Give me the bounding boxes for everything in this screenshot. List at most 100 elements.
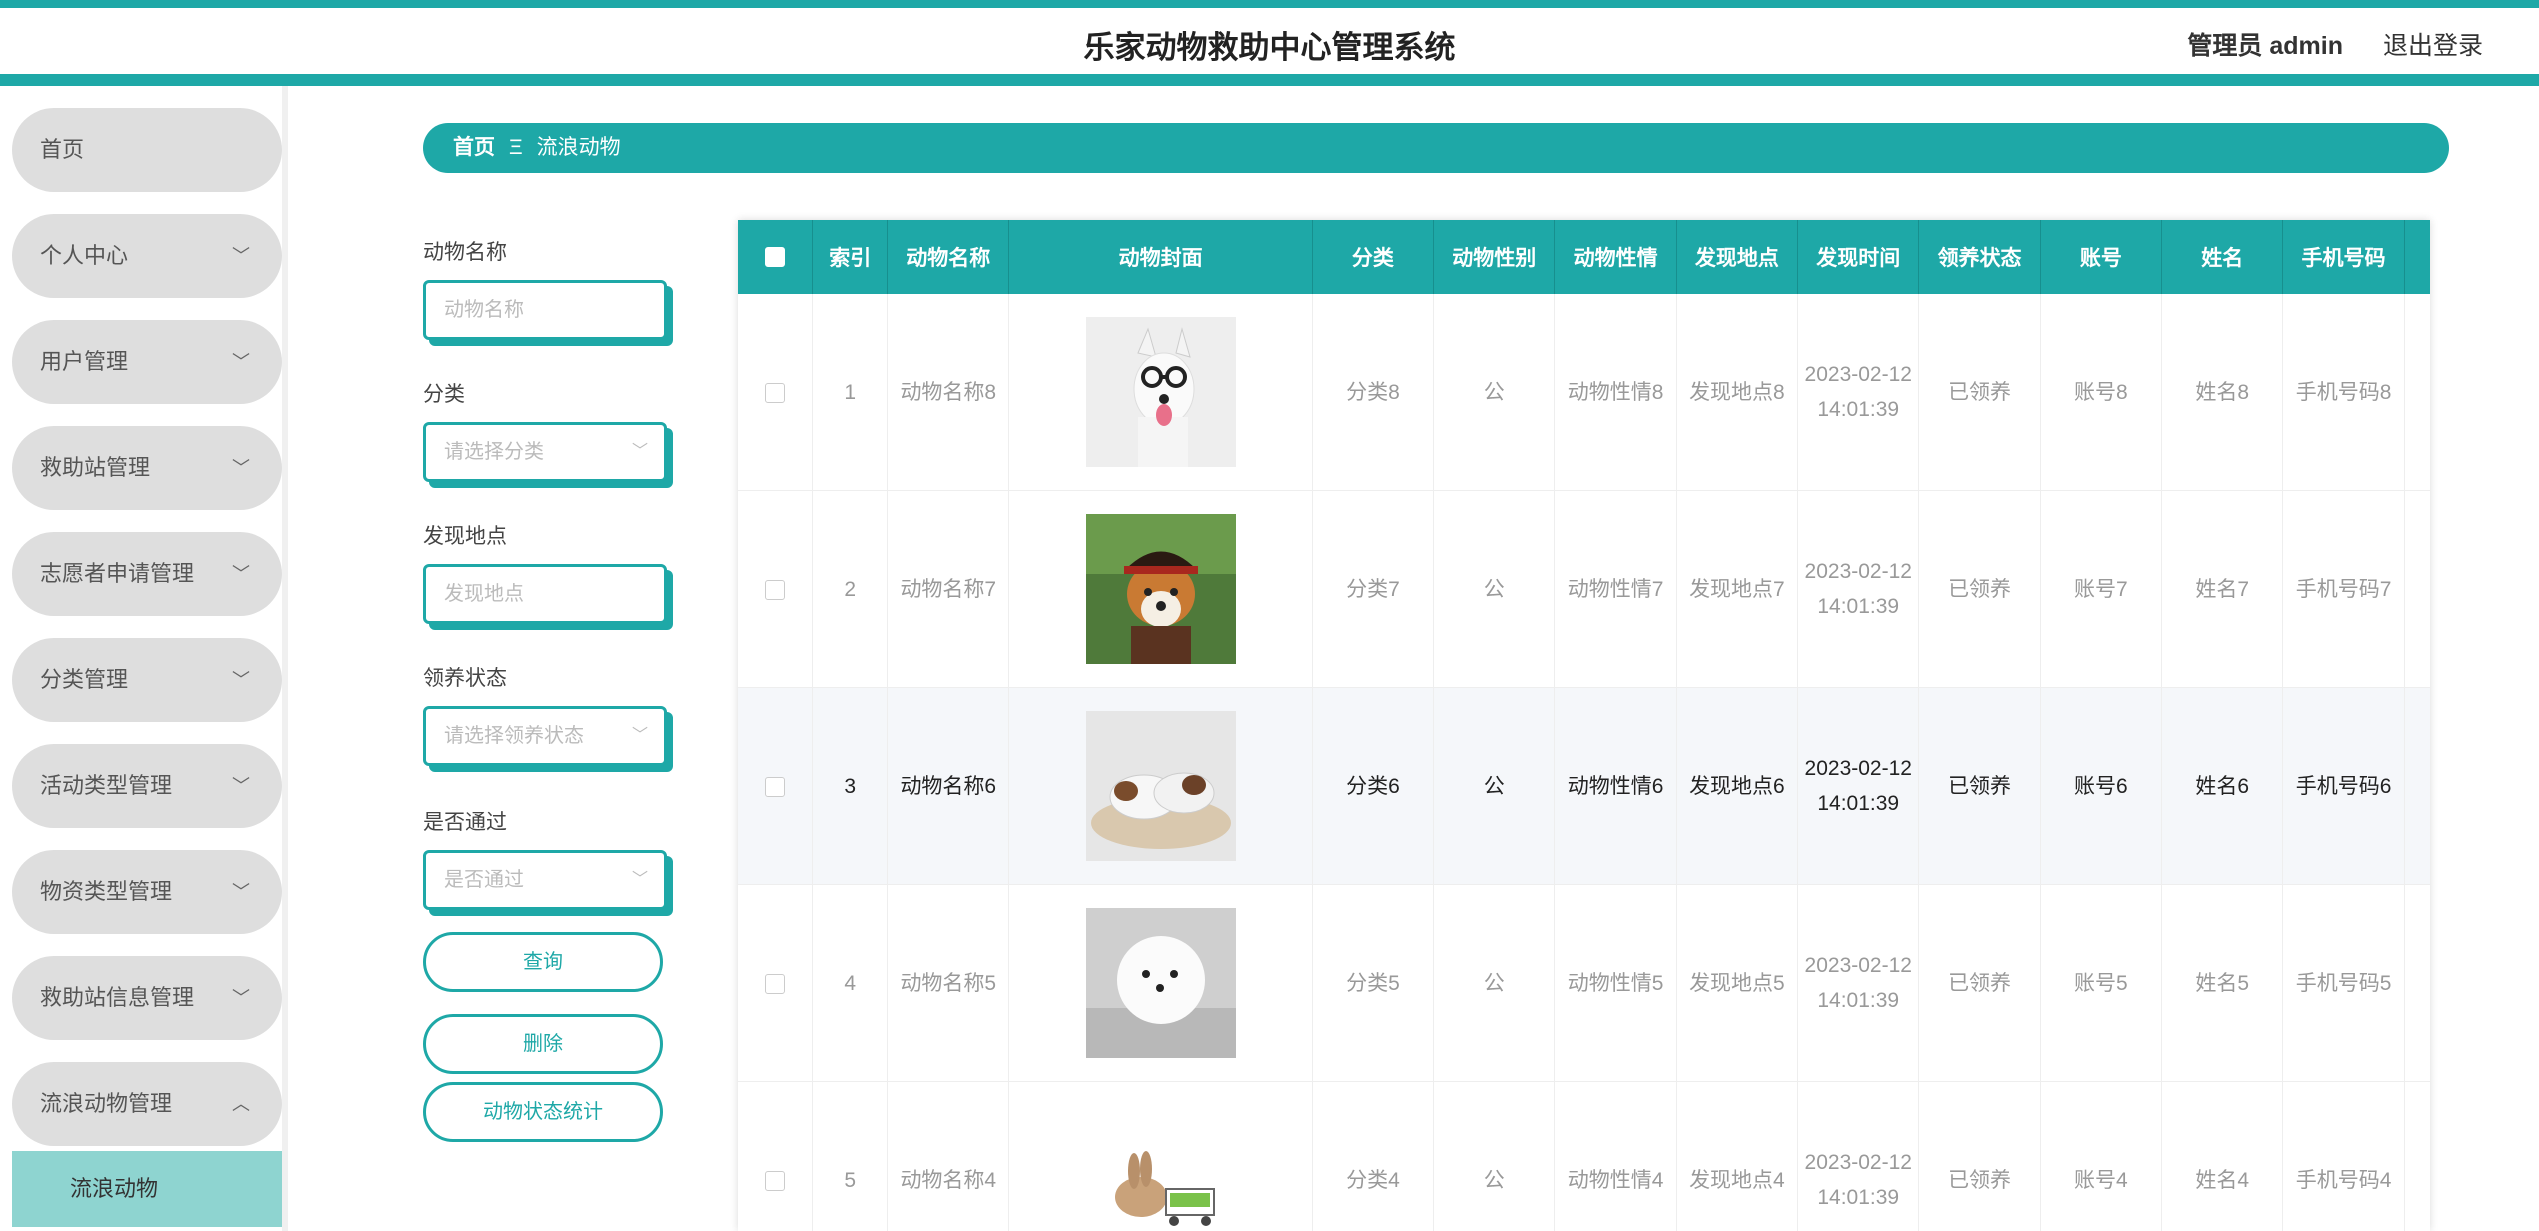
search-button[interactable]: 查询	[423, 932, 663, 992]
review-cell	[2404, 1081, 2430, 1231]
breadcrumb: 首页 Ξ 流浪动物	[423, 123, 2449, 173]
rabbit-cart-image	[1085, 1105, 1236, 1231]
adopt-status-select[interactable]: 请选择领养状态 ﹀	[423, 706, 667, 766]
chevron-down-icon: ﹀	[232, 882, 250, 902]
row-select-cell	[738, 687, 814, 885]
gender-cell: 公	[1433, 1081, 1556, 1231]
name-cell: 动物名称6	[887, 687, 1010, 885]
sidebar-item-supply-type[interactable]: 物资类型管理 ﹀	[12, 850, 282, 934]
pass-status-select[interactable]: 是否通过 ﹀	[423, 850, 667, 910]
sidebar-item-label: 活动类型管理	[40, 773, 173, 798]
row-checkbox[interactable]	[765, 973, 786, 994]
sidebar-item-label: 救助站信息管理	[40, 985, 195, 1010]
index-cell: 3	[812, 687, 889, 885]
animal-name-placeholder: 动物名称	[444, 299, 524, 321]
sidebar-item-category[interactable]: 分类管理 ﹀	[12, 638, 282, 722]
time-cell: 2023-02-12 14:01:39	[1797, 884, 1920, 1082]
gender-cell: 公	[1433, 294, 1556, 491]
sidebar-subitem-stray-animal[interactable]: 流浪动物	[12, 1151, 282, 1227]
row-checkbox[interactable]	[765, 579, 786, 600]
row-select-cell	[738, 294, 814, 491]
category-cell: 分类8	[1312, 294, 1435, 491]
sleeping-puppies-image	[1085, 711, 1236, 861]
white-pomeranian-image	[1085, 908, 1236, 1058]
breadcrumb-home[interactable]: 首页	[453, 136, 495, 159]
delete-button[interactable]: 删除	[423, 1014, 663, 1074]
sidebar-item-label: 救助站管理	[40, 455, 151, 480]
table-row[interactable]: 2 动物名称7 分类7 公 动物性情7 发现地点7 2023-02-12 14:…	[738, 490, 2430, 688]
index-cell: 2	[812, 490, 889, 688]
animal-status-stats-button[interactable]: 动物状态统计	[423, 1082, 663, 1142]
table-row[interactable]: 3 动物名称6 分类6 公 动物性情6 发现地点6 2023-02-12 14:…	[738, 687, 2430, 885]
select-all-checkbox[interactable]	[765, 247, 786, 268]
gender-cell: 公	[1433, 884, 1556, 1082]
table-row[interactable]: 4 动物名称5 分类5 公 动物性情5 发现地点5 2023-02-12 14:…	[738, 884, 2430, 1082]
category-cell: 分类6	[1312, 687, 1435, 885]
chevron-down-icon: ﹀	[232, 458, 250, 478]
table-row[interactable]: 5 动物名称4 分类4 公 动物性情4 发现地点4 2023-02-12 14:…	[738, 1081, 2430, 1231]
location-cell: 发现地点7	[1676, 490, 1799, 688]
account-cell: 账号6	[2040, 687, 2163, 885]
cover-cell	[1008, 1081, 1313, 1231]
chevron-down-icon: ﹀	[232, 776, 250, 796]
location-cell: 发现地点5	[1676, 884, 1799, 1082]
category-placeholder: 请选择分类	[444, 441, 544, 463]
status-cell: 已领养	[1918, 687, 2041, 885]
cover-cell	[1008, 294, 1313, 491]
breadcrumb-current: 流浪动物	[536, 136, 621, 159]
location-input[interactable]: 发现地点	[423, 564, 667, 624]
sidebar-item-personal-center[interactable]: 个人中心 ﹀	[12, 214, 282, 298]
status-cell: 已领养	[1918, 1081, 2041, 1231]
gender-cell: 公	[1433, 687, 1556, 885]
category-select[interactable]: 请选择分类 ﹀	[423, 422, 667, 482]
row-checkbox[interactable]	[765, 1170, 786, 1191]
table-header-row: 索引 动物名称 动物封面 分类 动物性别 动物性情 发现地点 发现时间 领养状态…	[738, 220, 2430, 294]
row-checkbox[interactable]	[765, 382, 786, 403]
gender-cell: 公	[1433, 490, 1556, 688]
index-cell: 5	[812, 1081, 889, 1231]
pass-status-placeholder: 是否通过	[444, 869, 524, 891]
sidebar-item-label: 物资类型管理	[40, 879, 173, 904]
adopt-status-placeholder: 请选择领养状态	[444, 725, 584, 747]
sidebar-item-user-management[interactable]: 用户管理 ﹀	[12, 320, 282, 404]
sidebar-item-stray-animal-management[interactable]: 流浪动物管理 ︿	[12, 1062, 282, 1146]
row-select-cell	[738, 490, 814, 688]
phone-cell: 手机号码6	[2282, 687, 2405, 885]
person-cell: 姓名5	[2161, 884, 2284, 1082]
row-checkbox[interactable]	[765, 776, 786, 797]
account-cell: 账号4	[2040, 1081, 2163, 1231]
app-title: 乐家动物救助中心管理系统	[1083, 30, 1456, 65]
category-cell: 分类5	[1312, 884, 1435, 1082]
time-cell: 2023-02-12 14:01:39	[1797, 294, 1920, 491]
sidebar-item-station-info[interactable]: 救助站信息管理 ﹀	[12, 956, 282, 1040]
sidebar-item-activity-type[interactable]: 活动类型管理 ﹀	[12, 744, 282, 828]
person-cell: 姓名6	[2161, 687, 2284, 885]
category-cell: 分类7	[1312, 490, 1435, 688]
column-header: 账号	[2040, 220, 2163, 294]
account-cell: 账号8	[2040, 294, 2163, 491]
sidebar-item-volunteer[interactable]: 志愿者申请管理 ﹀	[12, 532, 282, 616]
select-all-header	[738, 220, 814, 294]
table-row[interactable]: 1 动物名称8 分类8 公 动物性情8 发现地点8 2023-02-12 14:…	[738, 294, 2430, 491]
logout-button[interactable]: 退出登录	[2383, 26, 2483, 62]
column-header: 动物性别	[1433, 220, 1556, 294]
temper-cell: 动物性情6	[1554, 687, 1677, 885]
cover-cell	[1008, 490, 1313, 688]
location-cell: 发现地点6	[1676, 687, 1799, 885]
sidebar-item-home[interactable]: 首页	[12, 108, 282, 192]
chevron-down-icon: ﹀	[232, 246, 250, 266]
sidebar-item-rescue-station[interactable]: 救助站管理 ﹀	[12, 426, 282, 510]
chevron-down-icon: ﹀	[631, 871, 648, 888]
review-cell	[2404, 294, 2430, 491]
animal-name-input[interactable]: 动物名称	[423, 280, 667, 340]
chevron-up-icon: ︿	[232, 1094, 250, 1114]
sidebar-item-label: 志愿者申请管理	[40, 561, 195, 586]
phone-cell: 手机号码5	[2282, 884, 2405, 1082]
chevron-down-icon: ﹀	[232, 670, 250, 690]
chevron-down-icon: ﹀	[232, 352, 250, 372]
temper-cell: 动物性情7	[1554, 490, 1677, 688]
column-header: 动物名称	[887, 220, 1010, 294]
column-header: 发现时间	[1797, 220, 1920, 294]
location-label: 发现地点	[423, 525, 507, 548]
sidebar-subitem-label: 流浪动物	[70, 1176, 159, 1201]
